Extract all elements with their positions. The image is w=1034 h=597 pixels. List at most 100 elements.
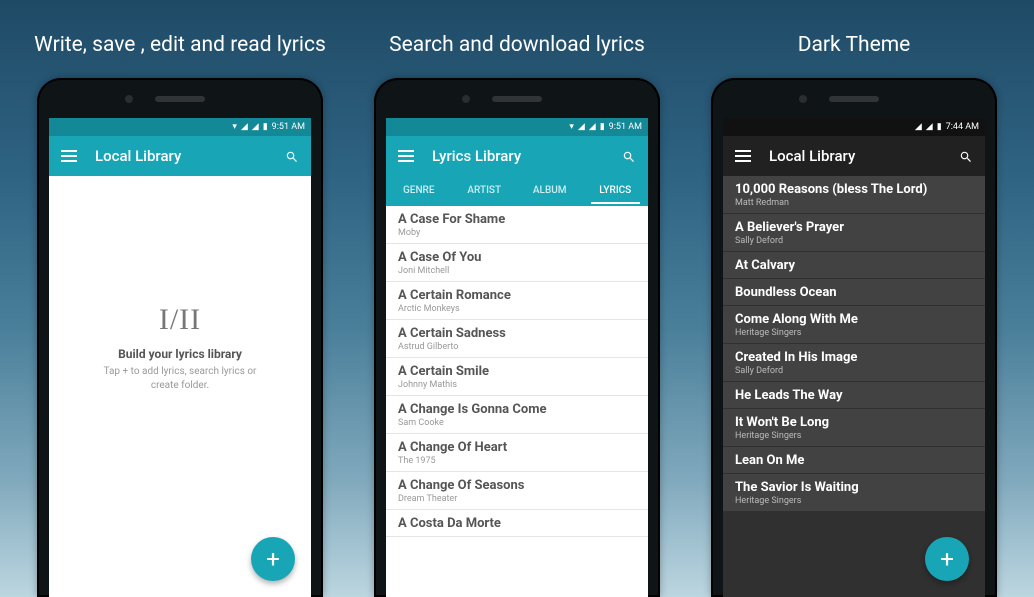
list-item[interactable]: At Calvary bbox=[723, 252, 985, 279]
item-title: A Case Of You bbox=[398, 250, 636, 265]
list-item[interactable]: A Change Is Gonna ComeSam Cooke bbox=[386, 396, 648, 434]
signal2-icon: ◢ bbox=[252, 122, 259, 132]
caption-2: Search and download lyrics bbox=[389, 28, 645, 62]
phone-1: ▾ ◢ ◢ ▮ 9:51 AM Local Library I/II Build… bbox=[37, 78, 323, 597]
item-title: A Certain Smile bbox=[398, 364, 636, 379]
app-bar: Lyrics Library bbox=[386, 136, 648, 176]
item-artist: Heritage Singers bbox=[735, 431, 973, 441]
empty-subtext: Tap + to add lyrics, search lyrics or cr… bbox=[49, 365, 311, 393]
lyrics-list-dark[interactable]: 10,000 Reasons (bless The Lord)Matt Redm… bbox=[723, 176, 985, 597]
item-title: A Change Of Heart bbox=[398, 440, 636, 455]
tab-bar: GENRE ARTIST ALBUM LYRICS bbox=[386, 176, 648, 206]
tab-lyrics[interactable]: LYRICS bbox=[583, 177, 649, 204]
camera-dot bbox=[799, 95, 807, 103]
item-artist: Sally Deford bbox=[735, 366, 973, 376]
app-bar: Local Library bbox=[723, 136, 985, 176]
tab-album[interactable]: ALBUM bbox=[517, 177, 583, 204]
item-artist: Heritage Singers bbox=[735, 496, 973, 506]
tab-artist[interactable]: ARTIST bbox=[452, 177, 518, 204]
item-title: A Case For Shame bbox=[398, 212, 636, 227]
battery-icon: ▮ bbox=[600, 122, 605, 132]
battery-icon: ▮ bbox=[263, 122, 268, 132]
item-title: Boundless Ocean bbox=[735, 285, 973, 300]
search-icon[interactable] bbox=[285, 149, 299, 163]
signal2-icon: ◢ bbox=[926, 122, 933, 132]
signal-icon: ◢ bbox=[241, 122, 248, 132]
menu-icon[interactable] bbox=[398, 150, 414, 162]
screen-3: ◢ ◢ ▮ 7:44 AM Local Library 10,000 Reaso… bbox=[723, 118, 985, 597]
speaker-grill bbox=[829, 96, 879, 102]
list-item[interactable]: It Won't Be LongHeritage Singers bbox=[723, 409, 985, 447]
search-icon[interactable] bbox=[622, 149, 636, 163]
status-time: 9:51 AM bbox=[272, 122, 305, 132]
list-item[interactable]: The Savior Is WaitingHeritage Singers bbox=[723, 474, 985, 512]
item-title: Created In His Image bbox=[735, 350, 973, 365]
list-item[interactable]: A Change Of HeartThe 1975 bbox=[386, 434, 648, 472]
menu-icon[interactable] bbox=[735, 150, 751, 162]
item-artist: Joni Mitchell bbox=[398, 266, 636, 276]
list-item[interactable]: Boundless Ocean bbox=[723, 279, 985, 306]
signal2-icon: ◢ bbox=[589, 122, 596, 132]
item-artist: Johnny Mathis bbox=[398, 380, 636, 390]
list-item[interactable]: A Certain SmileJohnny Mathis bbox=[386, 358, 648, 396]
item-title: A Change Of Seasons bbox=[398, 478, 636, 493]
item-artist: Arctic Monkeys bbox=[398, 304, 636, 314]
list-item[interactable]: Created In His ImageSally Deford bbox=[723, 344, 985, 382]
caption-1: Write, save , edit and read lyrics bbox=[34, 28, 326, 62]
app-store-screenshots: Write, save , edit and read lyrics ▾ ◢ ◢… bbox=[0, 0, 1034, 597]
list-item[interactable]: 10,000 Reasons (bless The Lord)Matt Redm… bbox=[723, 176, 985, 214]
empty-state: I/II Build your lyrics library Tap + to … bbox=[49, 303, 311, 393]
item-title: The Savior Is Waiting bbox=[735, 480, 973, 495]
item-artist: Sam Cooke bbox=[398, 418, 636, 428]
item-artist: Dream Theater bbox=[398, 494, 636, 504]
screen-1: ▾ ◢ ◢ ▮ 9:51 AM Local Library I/II Build… bbox=[49, 118, 311, 597]
lyrics-list[interactable]: A Case For ShameMobyA Case Of YouJoni Mi… bbox=[386, 206, 648, 597]
item-title: 10,000 Reasons (bless The Lord) bbox=[735, 182, 973, 197]
item-title: Come Along With Me bbox=[735, 312, 973, 327]
list-item[interactable]: He Leads The Way bbox=[723, 382, 985, 409]
status-bar: ▾ ◢ ◢ ▮ 9:51 AM bbox=[49, 118, 311, 136]
list-item[interactable]: A Case For ShameMoby bbox=[386, 206, 648, 244]
camera-dot bbox=[125, 95, 133, 103]
speaker-grill bbox=[155, 96, 205, 102]
tab-genre[interactable]: GENRE bbox=[386, 177, 452, 204]
speaker-grill bbox=[492, 96, 542, 102]
add-button[interactable]: + bbox=[251, 537, 295, 581]
add-button[interactable]: + bbox=[925, 537, 969, 581]
item-title: A Certain Sadness bbox=[398, 326, 636, 341]
item-title: It Won't Be Long bbox=[735, 415, 973, 430]
signal-icon: ◢ bbox=[578, 122, 585, 132]
list-item[interactable]: A Costa Da Morte bbox=[386, 510, 648, 537]
wifi-icon: ▾ bbox=[569, 122, 574, 132]
list-item[interactable]: Lean On Me bbox=[723, 447, 985, 474]
list-item[interactable]: Come Along With MeHeritage Singers bbox=[723, 306, 985, 344]
item-artist: Moby bbox=[398, 228, 636, 238]
item-title: A Certain Romance bbox=[398, 288, 636, 303]
item-artist: The 1975 bbox=[398, 456, 636, 466]
menu-icon[interactable] bbox=[61, 150, 77, 162]
list-item[interactable]: A Certain RomanceArctic Monkeys bbox=[386, 282, 648, 320]
screen-2: ▾ ◢ ◢ ▮ 9:51 AM Lyrics Library GENRE ART… bbox=[386, 118, 648, 597]
app-bar: Local Library bbox=[49, 136, 311, 176]
list-item[interactable]: A Change Of SeasonsDream Theater bbox=[386, 472, 648, 510]
item-title: A Costa Da Morte bbox=[398, 516, 636, 531]
panel-2: Search and download lyrics ▾ ◢ ◢ ▮ 9:51 … bbox=[357, 0, 677, 597]
status-bar: ◢ ◢ ▮ 7:44 AM bbox=[723, 118, 985, 136]
list-item[interactable]: A Certain SadnessAstrud Gilberto bbox=[386, 320, 648, 358]
item-artist: Sally Deford bbox=[735, 236, 973, 246]
list-item[interactable]: A Believer's PrayerSally Deford bbox=[723, 214, 985, 252]
app-logo-icon: I/II bbox=[49, 303, 311, 337]
panel-3: Dark Theme ◢ ◢ ▮ 7:44 AM Local Library bbox=[694, 0, 1014, 597]
status-time: 9:51 AM bbox=[609, 122, 642, 132]
item-artist: Astrud Gilberto bbox=[398, 342, 636, 352]
search-icon[interactable] bbox=[959, 149, 973, 163]
list-item[interactable]: A Case Of YouJoni Mitchell bbox=[386, 244, 648, 282]
status-time: 7:44 AM bbox=[946, 122, 979, 132]
plus-icon: + bbox=[940, 545, 954, 573]
phone-3: ◢ ◢ ▮ 7:44 AM Local Library 10,000 Reaso… bbox=[711, 78, 997, 597]
item-title: Lean On Me bbox=[735, 453, 973, 468]
plus-icon: + bbox=[266, 545, 280, 573]
empty-heading: Build your lyrics library bbox=[49, 347, 311, 361]
item-title: A Change Is Gonna Come bbox=[398, 402, 636, 417]
signal-icon: ◢ bbox=[915, 122, 922, 132]
